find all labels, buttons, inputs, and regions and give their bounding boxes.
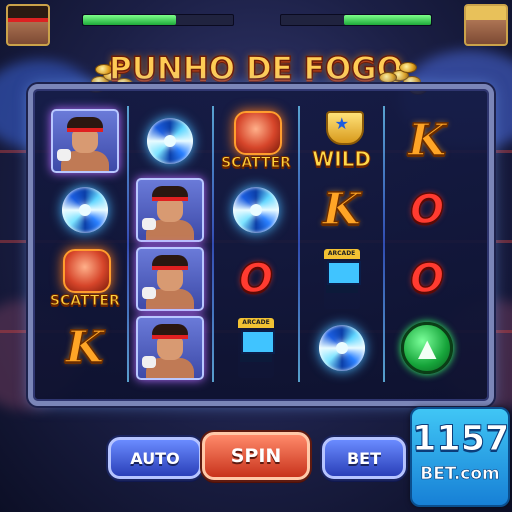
opponent-health-fill xyxy=(344,15,431,25)
symbol-o: O xyxy=(388,247,466,311)
symbol-letter-k: K xyxy=(407,114,447,167)
symbol-k: K xyxy=(388,109,466,173)
symbol-vortex xyxy=(303,316,381,380)
energy-vortex-icon xyxy=(147,117,194,164)
player-health-fill xyxy=(83,15,176,25)
fighter-icon xyxy=(50,108,119,173)
symbol-arrow-up: ▲ xyxy=(388,316,466,380)
fighter-icon xyxy=(136,246,205,311)
energy-vortex-icon xyxy=(233,186,279,233)
reel-divider xyxy=(212,106,215,382)
symbol-o: O xyxy=(217,247,295,311)
auto-spin-button[interactable]: AUTO xyxy=(108,437,202,479)
scatter-label: SCATTER xyxy=(49,292,120,309)
symbol-scatter: SCATTER xyxy=(46,247,124,311)
scatter-label: SCATTER xyxy=(221,154,292,171)
arrow-up-icon: ▲ xyxy=(401,321,454,374)
symbol-vortex xyxy=(217,178,295,242)
symbol-scatter: SCATTER xyxy=(217,109,295,173)
arcade-label: ARCADE xyxy=(238,317,274,328)
symbol-letter-o: O xyxy=(409,255,445,303)
symbol-k: K xyxy=(303,178,381,242)
energy-vortex-icon xyxy=(318,324,365,371)
symbol-letter-k: K xyxy=(65,321,105,374)
auto-spin-label: AUTO xyxy=(130,448,180,468)
reel-divider xyxy=(297,106,300,382)
arcade-cabinet-icon: ARCADE xyxy=(238,317,275,378)
fighter-icon xyxy=(136,177,205,242)
fight-hud xyxy=(0,0,512,46)
symbol-vortex xyxy=(46,178,124,242)
arcade-cabinet-icon: ARCADE xyxy=(323,248,361,309)
symbol-fighter xyxy=(46,108,124,173)
symbol-k: K xyxy=(46,316,124,380)
spin-label: SPIN xyxy=(230,445,282,467)
symbol-letter-o: O xyxy=(238,255,274,303)
wild-label: WILD xyxy=(312,146,372,171)
symbol-o: O xyxy=(388,178,466,242)
symbol-vortex xyxy=(131,109,209,173)
fighter-icon xyxy=(136,315,205,380)
brand-name: BET.com xyxy=(420,464,500,485)
symbol-wild: ★ WILD xyxy=(303,109,381,173)
brand-number: 1157 xyxy=(412,419,510,460)
symbol-fighter xyxy=(131,246,209,311)
energy-vortex-icon xyxy=(61,186,108,233)
arcade-label: ARCADE xyxy=(323,248,360,259)
fire-fist-icon xyxy=(62,248,111,293)
bet-button[interactable]: BET xyxy=(322,437,406,479)
symbol-arcade: ARCADE xyxy=(217,316,295,380)
reel-divider xyxy=(383,106,386,382)
symbol-fighter xyxy=(131,315,209,380)
bet-label: BET xyxy=(346,448,382,468)
opponent-portrait xyxy=(464,4,508,46)
symbol-arcade: ARCADE xyxy=(303,247,381,311)
spin-button[interactable]: SPIN xyxy=(202,432,310,480)
reel-divider xyxy=(126,106,129,382)
fire-fist-icon xyxy=(234,110,282,155)
brand-logo: 1157 BET.com xyxy=(410,407,510,507)
symbol-letter-k: K xyxy=(322,183,362,236)
player-health-bar xyxy=(82,14,234,26)
player-portrait xyxy=(6,4,50,46)
reel-grid: SCATTER K SCATTER O ARCADE ★ WILD K ARCADE K O O ▲ xyxy=(42,106,470,382)
opponent-health-bar xyxy=(280,14,432,26)
symbol-letter-o: O xyxy=(409,186,445,234)
symbol-fighter xyxy=(131,177,209,242)
